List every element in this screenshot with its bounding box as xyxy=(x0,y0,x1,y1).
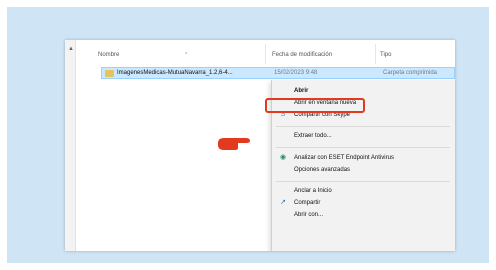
column-name[interactable]: Nombre xyxy=(98,52,119,58)
menu-item-extract-all[interactable]: Extraer todo... xyxy=(294,133,332,139)
column-divider[interactable] xyxy=(265,44,266,64)
sort-caret-icon: ^ xyxy=(185,52,188,58)
column-header: Nombre ^ Fecha de modificación Tipo xyxy=(75,40,455,68)
menu-item-open-with[interactable]: Abrir con... xyxy=(294,212,323,218)
folder-zip-icon xyxy=(105,70,114,77)
file-date: 15/02/2023 9:48 xyxy=(274,70,318,76)
eset-icon: ◉ xyxy=(279,154,287,161)
menu-item-pin-start[interactable]: Anclar a Inicio xyxy=(294,188,332,194)
menu-separator xyxy=(276,126,450,127)
collapse-arrow-icon[interactable]: ▲ xyxy=(68,46,74,52)
column-date-modified[interactable]: Fecha de modificación xyxy=(272,52,332,58)
file-row[interactable]: ImagenesMedicas-MutuaNavarra_1.2,6-4... … xyxy=(101,67,455,79)
pointing-hand-icon xyxy=(218,138,250,150)
menu-item-advanced-options[interactable]: Opciones avanzadas xyxy=(294,167,350,173)
navigation-pane[interactable]: ▲ xyxy=(65,40,76,251)
column-type[interactable]: Tipo xyxy=(380,52,391,58)
share-icon: ↗ xyxy=(280,199,286,206)
menu-separator xyxy=(276,147,450,148)
menu-item-share[interactable]: Compartir xyxy=(294,200,320,206)
menu-item-open[interactable]: Abrir xyxy=(294,88,308,94)
menu-separator xyxy=(276,181,450,182)
file-name: ImagenesMedicas-MutuaNavarra_1.2,6-4... xyxy=(117,70,233,76)
highlight-box xyxy=(265,98,365,113)
menu-item-scan-eset[interactable]: Analizar con ESET Endpoint Antivirus xyxy=(294,155,394,161)
file-type: Carpeta comprimida xyxy=(383,70,438,76)
explorer-screenshot: ▲ Nombre ^ Fecha de modificación Tipo Im… xyxy=(65,40,455,251)
column-divider[interactable] xyxy=(375,44,376,64)
